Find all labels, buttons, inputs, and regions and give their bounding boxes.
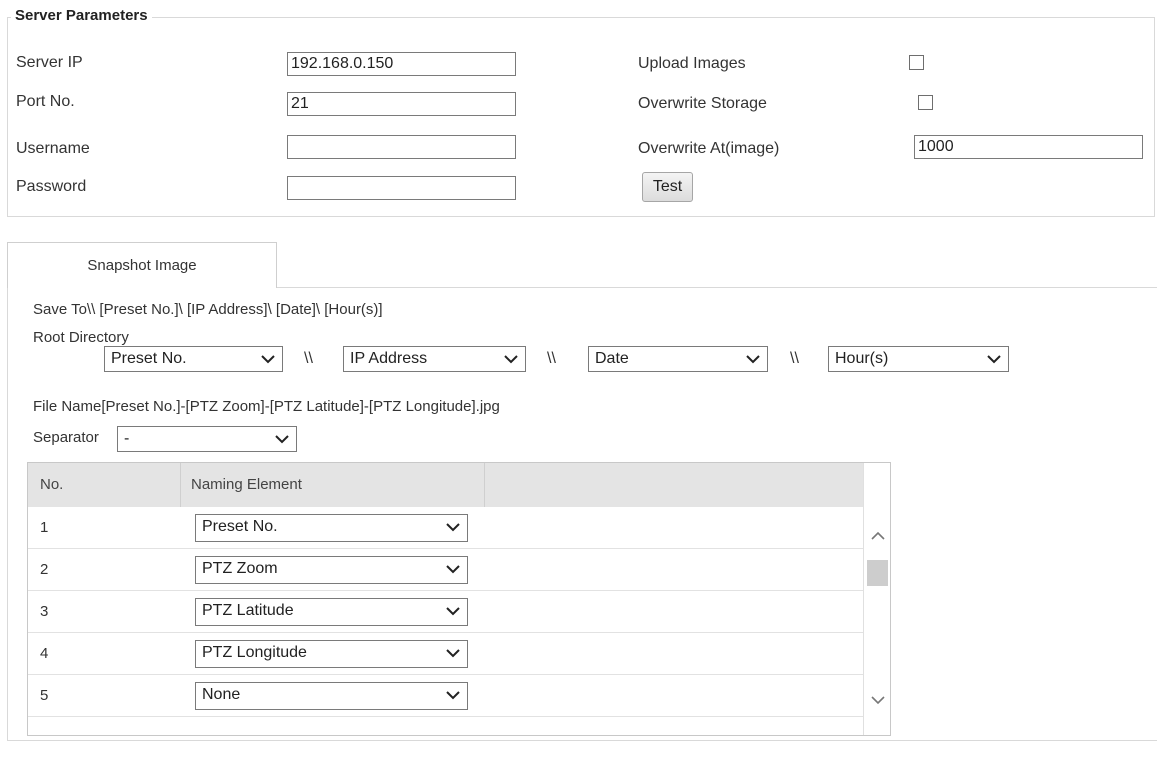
col-header-naming-element: Naming Element	[191, 476, 302, 493]
overwrite-storage-label: Overwrite Storage	[638, 95, 767, 112]
username-label: Username	[16, 140, 90, 157]
chevron-down-icon	[503, 347, 519, 371]
file-name-pattern: File Name[Preset No.]-[PTZ Zoom]-[PTZ La…	[33, 398, 500, 415]
dir-separator-1: \\	[304, 350, 313, 367]
save-to-path: Save To\\ [Preset No.]\ [IP Address]\ [D…	[33, 301, 383, 318]
row-number: 2	[40, 561, 49, 578]
column-divider	[484, 463, 485, 507]
table-row: 1 Preset No.	[28, 507, 863, 549]
password-label: Password	[16, 178, 87, 195]
server-parameters-group	[7, 17, 1155, 217]
chevron-down-icon	[445, 641, 461, 665]
username-input[interactable]	[287, 135, 516, 159]
row-number: 3	[40, 603, 49, 620]
dir-level-2-value: IP Address	[350, 350, 428, 367]
overwrite-at-label: Overwrite At(image)	[638, 140, 780, 157]
naming-element-value: Preset No.	[202, 518, 278, 535]
upload-images-label: Upload Images	[638, 55, 746, 72]
naming-element-value: PTZ Longitude	[202, 644, 307, 661]
scrollbar-thumb[interactable]	[867, 560, 888, 586]
separator-value: -	[124, 430, 130, 447]
dir-separator-3: \\	[790, 350, 799, 367]
table-header: No. Naming Element	[28, 463, 863, 508]
dir-level-2-select[interactable]: IP Address	[343, 346, 526, 372]
table-scrollbar[interactable]	[863, 463, 890, 735]
dir-level-1-select[interactable]: Preset No.	[104, 346, 283, 372]
col-header-no: No.	[40, 476, 64, 493]
chevron-down-icon	[445, 599, 461, 623]
tab-snapshot-image[interactable]: Snapshot Image	[7, 242, 277, 288]
row-number: 4	[40, 645, 49, 662]
chevron-up-icon[interactable]	[870, 529, 886, 547]
row-number: 1	[40, 519, 49, 536]
overwrite-storage-checkbox[interactable]	[918, 95, 933, 110]
port-label: Port No.	[16, 93, 75, 110]
row-number: 5	[40, 687, 49, 704]
dir-level-1-value: Preset No.	[111, 350, 187, 367]
naming-element-select[interactable]: None	[195, 682, 468, 710]
chevron-down-icon	[445, 683, 461, 707]
server-ip-label: Server IP	[16, 54, 83, 71]
chevron-down-icon	[745, 347, 761, 371]
chevron-down-icon	[260, 347, 276, 371]
table-row-partial	[28, 717, 863, 735]
table-row: 4 PTZ Longitude	[28, 633, 863, 675]
server-ip-input[interactable]	[287, 52, 516, 76]
separator-label: Separator	[33, 429, 99, 446]
separator-select[interactable]: -	[117, 426, 297, 452]
tab-strip-line	[276, 287, 1157, 288]
table-row: 5 None	[28, 675, 863, 717]
dir-level-4-select[interactable]: Hour(s)	[828, 346, 1009, 372]
naming-element-select[interactable]: Preset No.	[195, 514, 468, 542]
dir-level-4-value: Hour(s)	[835, 350, 889, 367]
port-input[interactable]	[287, 92, 516, 116]
chevron-down-icon	[986, 347, 1002, 371]
chevron-down-icon	[445, 515, 461, 539]
server-parameters-legend: Server Parameters	[11, 7, 152, 24]
table-row: 2 PTZ Zoom	[28, 549, 863, 591]
column-divider	[180, 463, 181, 507]
test-button[interactable]: Test	[642, 172, 693, 202]
naming-element-select[interactable]: PTZ Longitude	[195, 640, 468, 668]
chevron-down-icon	[274, 427, 290, 451]
naming-element-value: PTZ Zoom	[202, 560, 278, 577]
upload-images-checkbox[interactable]	[909, 55, 924, 70]
naming-element-value: None	[202, 686, 241, 703]
naming-element-table: No. Naming Element 1 Preset No. 2 PTZ Zo…	[27, 462, 891, 736]
naming-element-select[interactable]: PTZ Latitude	[195, 598, 468, 626]
chevron-down-icon	[445, 557, 461, 581]
overwrite-at-input[interactable]	[914, 135, 1143, 159]
root-directory-label: Root Directory	[33, 329, 129, 346]
table-row: 3 PTZ Latitude	[28, 591, 863, 633]
naming-element-select[interactable]: PTZ Zoom	[195, 556, 468, 584]
dir-level-3-value: Date	[595, 350, 629, 367]
chevron-down-icon[interactable]	[870, 693, 886, 711]
dir-level-3-select[interactable]: Date	[588, 346, 768, 372]
naming-element-value: PTZ Latitude	[202, 602, 294, 619]
dir-separator-2: \\	[547, 350, 556, 367]
password-input[interactable]	[287, 176, 516, 200]
